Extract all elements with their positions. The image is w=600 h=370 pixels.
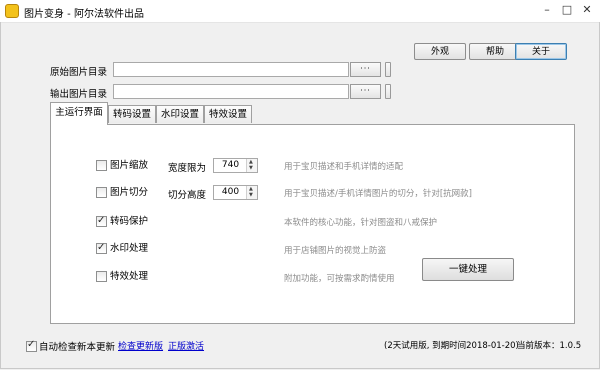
- transcode-label: 转码保护: [110, 216, 149, 227]
- run-all-button[interactable]: 一键处理: [422, 258, 514, 281]
- source-open-button[interactable]: [385, 62, 391, 77]
- split-height-value[interactable]: 400: [214, 186, 247, 199]
- tab-transcode[interactable]: 转码设置: [108, 105, 156, 123]
- title-bar: 图片变身 - 阿尔法软件出品 – □ ✕: [0, 0, 600, 23]
- spin-down-icon[interactable]: ▼: [249, 192, 253, 198]
- output-open-button[interactable]: [385, 84, 391, 99]
- transcode-checkbox[interactable]: [96, 214, 107, 228]
- appearance-button[interactable]: 外观: [414, 43, 466, 60]
- width-limit-spin-buttons[interactable]: ▲ ▼: [246, 159, 257, 172]
- watermark-checkbox[interactable]: [96, 241, 107, 255]
- effects-description: 附加功能，可按需求酌情使用: [284, 274, 395, 284]
- split-height-stepper[interactable]: 400 ▲ ▼: [213, 185, 258, 200]
- help-button[interactable]: 帮助: [469, 43, 521, 60]
- resize-label: 图片缩放: [110, 160, 149, 171]
- tab-effects[interactable]: 特效设置: [204, 105, 252, 123]
- output-browse-button[interactable]: ···: [350, 84, 381, 99]
- activate-link[interactable]: 正版激活: [168, 339, 204, 352]
- main-tab-panel: 图片缩放 图片切分 转码保护 水印处理 特效处理 宽度限为 740 ▲ ▼ 切分…: [50, 124, 575, 324]
- split-checkbox[interactable]: [96, 187, 107, 198]
- tab-main[interactable]: 主运行界面: [50, 102, 108, 125]
- watermark-label: 水印处理: [110, 243, 149, 254]
- split-label: 图片切分: [110, 187, 149, 198]
- auto-update-label: 自动检查新本更新: [39, 342, 116, 353]
- tab-watermark[interactable]: 水印设置: [156, 105, 204, 123]
- width-limit-value[interactable]: 740: [214, 159, 247, 172]
- check-update-link[interactable]: 检查更新版: [118, 339, 163, 352]
- trial-info: (2天试用版, 到期时间2018-01-20): [384, 341, 519, 351]
- watermark-description: 用于店铺图片的视觉上防盗: [284, 246, 387, 256]
- about-button[interactable]: 关于: [515, 43, 567, 60]
- output-dir-input[interactable]: [113, 84, 349, 99]
- spin-down-icon[interactable]: ▼: [249, 165, 253, 171]
- transcode-description: 本软件的核心功能，针对图盗和八戒保护: [284, 218, 438, 228]
- minimize-icon[interactable]: –: [539, 2, 555, 18]
- version-info: 当前版本：1.0.5: [517, 341, 582, 351]
- source-dir-label: 原始图片目录: [50, 67, 108, 78]
- source-browse-button[interactable]: ···: [350, 62, 381, 77]
- window-title: 图片变身 - 阿尔法软件出品: [24, 9, 144, 20]
- output-dir-label: 输出图片目录: [50, 89, 108, 100]
- split-height-spin-buttons[interactable]: ▲ ▼: [246, 186, 257, 199]
- width-limit-stepper[interactable]: 740 ▲ ▼: [213, 158, 258, 173]
- split-height-label: 切分高度: [168, 190, 207, 201]
- effects-checkbox[interactable]: [96, 271, 107, 282]
- resize-checkbox[interactable]: [96, 160, 107, 171]
- source-dir-input[interactable]: [113, 62, 349, 77]
- effects-label: 特效处理: [110, 271, 149, 282]
- resize-description: 用于宝贝描述和手机详情的适配: [284, 162, 404, 172]
- maximize-icon[interactable]: □: [559, 2, 575, 18]
- close-icon[interactable]: ✕: [579, 2, 595, 18]
- auto-update-checkbox[interactable]: [26, 339, 37, 352]
- split-description: 用于宝贝描述/手机详情图片的切分，针对[抗网款]: [284, 189, 472, 199]
- app-logo-icon: [5, 4, 19, 18]
- width-limit-label: 宽度限为: [168, 163, 207, 174]
